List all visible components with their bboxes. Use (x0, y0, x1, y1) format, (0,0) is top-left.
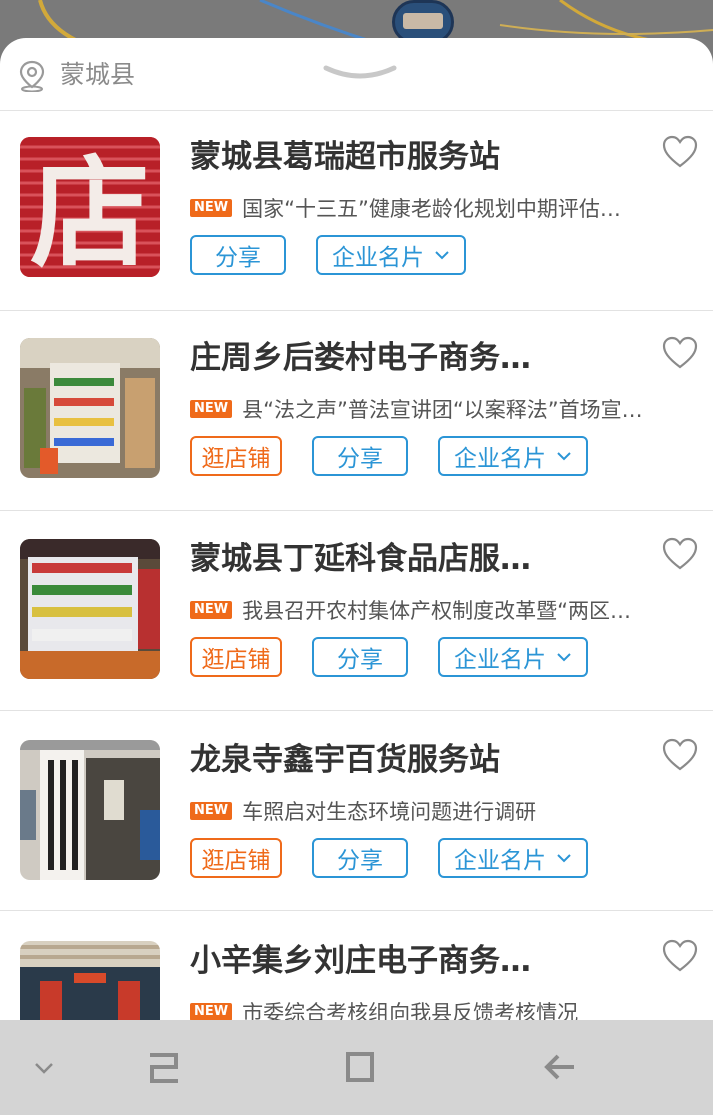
list-item[interactable]: 小辛集乡刘庄电子商务… NEW 市委综合考核组向我县反馈考核情况 (0, 911, 713, 1020)
recent-apps-icon[interactable] (146, 1051, 182, 1085)
chevron-down-icon (435, 251, 449, 260)
shelves-image (20, 338, 160, 478)
business-card-dropdown[interactable]: 企业名片 (438, 637, 588, 677)
news-headline[interactable]: 市委综合考核组向我县反馈考核情况 (242, 997, 578, 1020)
news-row[interactable]: NEW 县“法之声”普法宣讲团“以案释法”首场宣… (190, 394, 643, 424)
chevron-down-icon[interactable] (322, 64, 398, 82)
chevron-down-icon (557, 452, 571, 461)
list-item[interactable]: 庄周乡后娄村电子商务… NEW 县“法之声”普法宣讲团“以案释法”首场宣… 逛店… (0, 311, 713, 511)
store-thumbnail[interactable] (20, 740, 160, 880)
svg-text:店: 店 (30, 145, 150, 277)
heart-icon[interactable] (662, 939, 698, 973)
business-card-label: 企业名片 (454, 647, 546, 673)
store-thumbnail[interactable]: 店 (20, 137, 160, 277)
share-button[interactable]: 分享 (312, 436, 408, 476)
new-badge: NEW (190, 1003, 233, 1020)
share-button[interactable]: 分享 (190, 235, 286, 275)
chevron-down-icon (557, 854, 571, 863)
business-card-label: 企业名片 (454, 446, 546, 472)
heart-icon[interactable] (662, 537, 698, 571)
news-row[interactable]: NEW 市委综合考核组向我县反馈考核情况 (190, 997, 578, 1020)
back-icon[interactable] (542, 1052, 578, 1082)
news-row[interactable]: NEW 国家“十三五”健康老龄化规划中期评估… (190, 193, 621, 223)
store-sign-image: 店 (20, 137, 160, 277)
share-button[interactable]: 分享 (312, 838, 408, 878)
new-badge: NEW (190, 199, 233, 217)
store-title[interactable]: 龙泉寺鑫宇百货服务站 (190, 740, 500, 780)
list-item[interactable]: 龙泉寺鑫宇百货服务站 NEW 车照启对生态环境问题进行调研 逛店铺 分享 企业名… (0, 711, 713, 911)
store-thumbnail[interactable] (20, 941, 160, 1020)
heart-icon[interactable] (662, 336, 698, 370)
news-headline[interactable]: 车照启对生态环境问题进行调研 (242, 796, 536, 826)
visit-store-button[interactable]: 逛店铺 (190, 838, 282, 878)
business-card-label: 企业名片 (454, 848, 546, 874)
new-badge: NEW (190, 802, 233, 820)
store-title[interactable]: 蒙城县葛瑞超市服务站 (190, 137, 500, 177)
visit-store-button[interactable]: 逛店铺 (190, 637, 282, 677)
store-thumbnail[interactable] (20, 338, 160, 478)
system-navigation-bar (0, 1020, 713, 1115)
news-headline[interactable]: 国家“十三五”健康老龄化规划中期评估… (242, 193, 621, 223)
chevron-down-icon (557, 653, 571, 662)
list-item[interactable]: 店 蒙城县葛瑞超市服务站 NEW 国家“十三五”健康老龄化规划中期评估… 分享 … (0, 111, 713, 311)
home-icon[interactable] (344, 1050, 376, 1084)
shopfront-image (20, 941, 160, 1020)
store-title[interactable]: 蒙城县丁延科食品店服… (190, 539, 531, 579)
heart-icon[interactable] (662, 135, 698, 169)
location-label[interactable]: 蒙城县 (60, 60, 135, 90)
location-pin-icon (19, 60, 45, 92)
new-badge: NEW (190, 400, 233, 418)
heart-icon[interactable] (662, 738, 698, 772)
business-card-dropdown[interactable]: 企业名片 (438, 436, 588, 476)
share-button[interactable]: 分享 (312, 637, 408, 677)
visit-store-button[interactable]: 逛店铺 (190, 436, 282, 476)
store-title[interactable]: 小辛集乡刘庄电子商务… (190, 941, 531, 981)
chevron-down-icon[interactable] (32, 1060, 56, 1076)
news-headline[interactable]: 县“法之声”普法宣讲团“以案释法”首场宣… (242, 394, 643, 424)
storefront-image (20, 740, 160, 880)
list-item[interactable]: 蒙城县丁延科食品店服… NEW 我县召开农村集体产权制度改革暨“两区… 逛店铺 … (0, 511, 713, 711)
business-card-dropdown[interactable]: 企业名片 (438, 838, 588, 878)
store-list-sheet: 蒙城县 店 蒙城县葛瑞超市服务站 NEW 国家“十三五”健康老龄化规划中期评估…… (0, 38, 713, 1020)
news-headline[interactable]: 我县召开农村集体产权制度改革暨“两区… (242, 595, 631, 625)
store-thumbnail[interactable] (20, 539, 160, 679)
news-row[interactable]: NEW 我县召开农村集体产权制度改革暨“两区… (190, 595, 631, 625)
store-title[interactable]: 庄周乡后娄村电子商务… (190, 338, 531, 378)
new-badge: NEW (190, 601, 233, 619)
shelves-image (20, 539, 160, 679)
business-card-dropdown[interactable]: 企业名片 (316, 235, 466, 275)
business-card-label: 企业名片 (332, 245, 424, 271)
news-row[interactable]: NEW 车照启对生态环境问题进行调研 (190, 796, 536, 826)
sheet-header: 蒙城县 (0, 38, 713, 111)
